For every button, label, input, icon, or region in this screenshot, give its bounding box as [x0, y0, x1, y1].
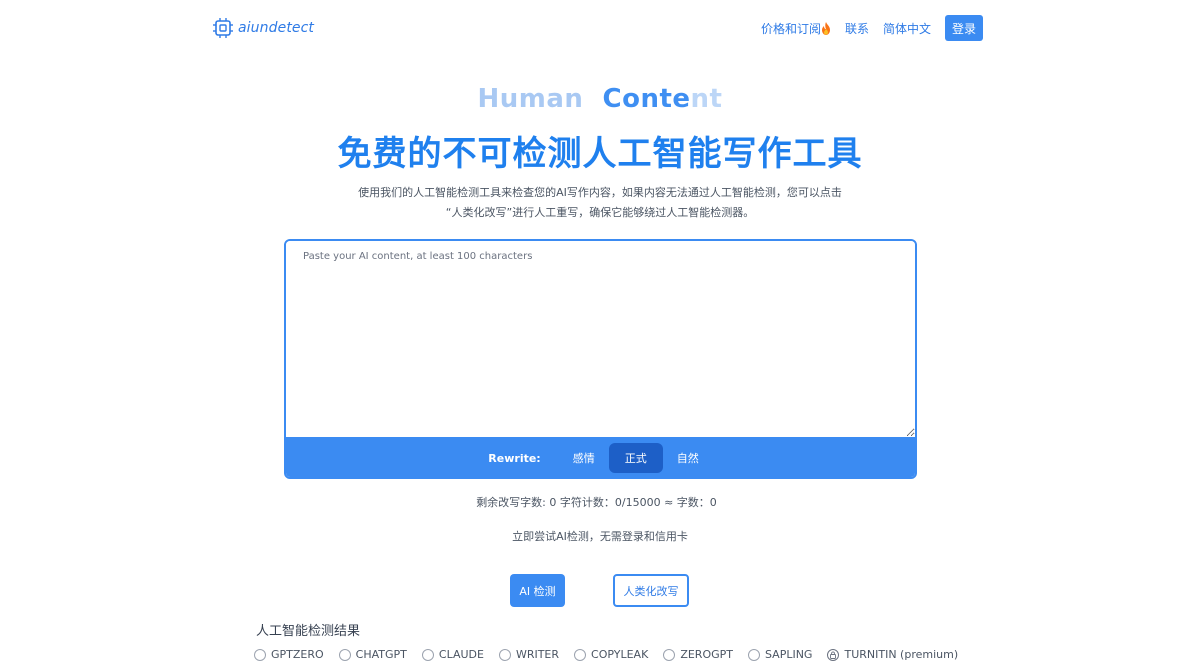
detector-writer[interactable]: WRITER	[498, 648, 560, 661]
fire-icon	[821, 21, 830, 35]
radio-circle-icon[interactable]	[338, 648, 351, 661]
detector-label: COPYLEAK	[591, 648, 649, 661]
detector-list: GPTZERO CHATGPT CLAUDE WRITER COPYLEAK Z…	[254, 648, 973, 661]
detector-turnitin[interactable]: TURNITIN (premium)	[827, 648, 958, 661]
word-count-status: 剩余改写字数: 0 字符计数：0/15000 ≈ 字数：0	[476, 496, 717, 509]
detector-label: WRITER	[515, 648, 560, 661]
logo-icon	[213, 18, 233, 38]
detector-label: TURNITIN (premium)	[844, 648, 959, 661]
subtitle-word-human: Human	[477, 84, 584, 114]
rewrite-mode-bar: Rewrite: 感情 正式 自然	[286, 437, 915, 477]
detector-chatgpt[interactable]: CHATGPT	[338, 648, 407, 661]
rewrite-mode-natural[interactable]: 自然	[663, 443, 713, 473]
radio-circle-icon[interactable]	[663, 648, 676, 661]
subtitle-word-content: Conte	[602, 84, 691, 114]
logo-text: aiundetect	[238, 20, 315, 36]
hero-subtitle: Human Content	[0, 84, 1200, 114]
humanize-button[interactable]: 人类化改写	[613, 574, 689, 607]
detector-gptzero[interactable]: GPTZERO	[254, 648, 324, 661]
hero-description: 使用我们的人工智能检测工具来检查您的AI写作内容，如果内容无法通过人工智能检测，…	[340, 183, 860, 223]
radio-circle-icon[interactable]	[421, 648, 434, 661]
radio-circle-icon[interactable]	[498, 648, 511, 661]
nav-pricing-link[interactable]: 价格和订阅	[761, 20, 831, 37]
top-nav: 价格和订阅 联系 简体中文 登录	[761, 15, 983, 41]
hero-description-line-1: 使用我们的人工智能检测工具来检查您的AI写作内容，如果内容无法通过人工智能检测，…	[358, 186, 842, 199]
rewrite-mode-emotional[interactable]: 感情	[559, 443, 609, 473]
detector-copyleak[interactable]: COPYLEAK	[574, 648, 648, 661]
radio-circle-icon[interactable]	[747, 648, 760, 661]
content-input[interactable]	[286, 241, 915, 437]
detector-zerogpt[interactable]: ZEROGPT	[663, 648, 733, 661]
rewrite-label: Rewrite:	[488, 451, 541, 465]
detector-sapling[interactable]: SAPLING	[747, 648, 813, 661]
rewrite-mode-formal[interactable]: 正式	[608, 443, 663, 473]
radio-circle-icon[interactable]	[574, 648, 587, 661]
page-title: 免费的不可检测人工智能写作工具	[337, 134, 863, 174]
detector-claude[interactable]: CLAUDE	[421, 648, 484, 661]
radio-circle-icon[interactable]	[254, 648, 266, 661]
subtitle-word-content-fade: nt	[690, 84, 723, 114]
logo[interactable]: aiundetect	[213, 17, 314, 39]
content-editor: Rewrite: 感情 正式 自然	[284, 239, 917, 479]
detector-label: CHATGPT	[355, 648, 407, 661]
detector-label: SAPLING	[764, 648, 813, 661]
site-header: aiundetect 价格和订阅 联系 简体中文 登录	[0, 0, 1200, 60]
login-button[interactable]: 登录	[944, 15, 983, 41]
results-title: 人工智能检测结果	[256, 624, 361, 639]
ai-detect-button[interactable]: AI 检测	[510, 574, 565, 607]
hero-description-line-2: “人类化改写”进行人工重写，确保它能够绕过人工智能检测器。	[445, 206, 755, 219]
lock-icon	[827, 648, 840, 661]
try-free-note: 立即尝试AI检测，无需登录和信用卡	[512, 530, 688, 543]
nav-language-link[interactable]: 简体中文	[883, 20, 931, 37]
nav-contact-link[interactable]: 联系	[845, 20, 869, 37]
detector-label: GPTZERO	[271, 648, 324, 661]
nav-pricing-label: 价格和订阅	[760, 21, 821, 36]
detector-label: ZEROGPT	[680, 648, 733, 661]
detector-label: CLAUDE	[438, 648, 484, 661]
